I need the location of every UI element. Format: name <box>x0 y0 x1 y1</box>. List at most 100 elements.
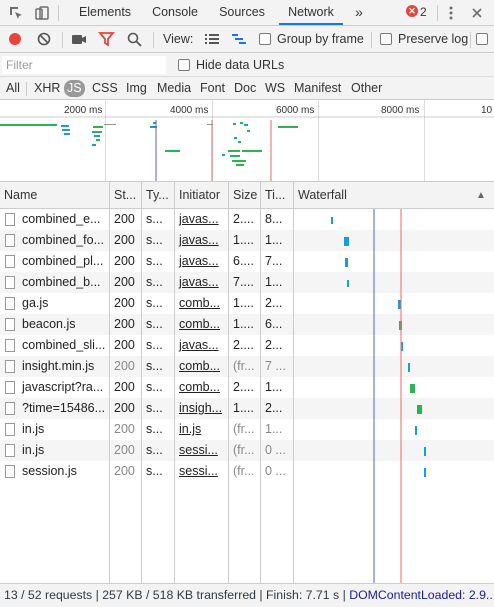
filter-input[interactable] <box>2 56 166 74</box>
script-file-icon <box>5 339 15 352</box>
network-overview[interactable]: 2000 ms 4000 ms 6000 ms 8000 ms 10 <box>0 100 494 182</box>
cell-time: 2... <box>265 401 283 415</box>
type-filter-media[interactable]: Media <box>154 80 194 97</box>
device-toolbar-icon[interactable] <box>32 3 52 23</box>
column-divider <box>293 182 294 583</box>
cell-status: 200 <box>114 254 135 268</box>
tab-network[interactable]: Network <box>279 0 343 25</box>
cell-time: 1... <box>265 422 283 436</box>
cell-size: (fr... <box>233 359 255 373</box>
cell-name: beacon.js <box>22 317 76 331</box>
large-request-rows-icon[interactable] <box>203 31 221 49</box>
hide-data-urls-checkbox[interactable] <box>178 59 190 71</box>
network-toolbar: View: Group by frame Preserve log <box>0 26 494 53</box>
cell-status: 200 <box>114 380 135 394</box>
cell-initiator[interactable]: sessi... <box>175 440 229 461</box>
column-header-size[interactable]: Size <box>229 182 261 209</box>
tab-console[interactable]: Console <box>145 0 205 25</box>
cell-name: in.js <box>22 422 45 436</box>
type-filter-doc[interactable]: Doc <box>231 80 259 97</box>
cell-size: (fr... <box>233 422 255 436</box>
more-tabs-button[interactable]: » <box>350 0 368 25</box>
cell-time: 2... <box>265 296 283 310</box>
cell-name: ga.js <box>22 296 49 310</box>
column-header-waterfall[interactable]: Waterfall <box>294 182 464 209</box>
cell-type: s... <box>146 254 163 268</box>
close-icon[interactable] <box>467 3 487 23</box>
cell-type: s... <box>146 401 163 415</box>
dom-content-loaded-time: DOMContentLoaded: 2.9... <box>349 588 494 602</box>
type-filter-js[interactable]: JS <box>64 80 85 97</box>
type-filter-other[interactable]: Other <box>348 80 385 97</box>
capture-screenshots-icon[interactable] <box>70 31 88 49</box>
separator <box>26 82 27 96</box>
cell-size: 7.... <box>233 275 254 289</box>
column-header-type[interactable]: Ty... <box>142 182 175 209</box>
hide-data-urls-label[interactable]: Hide data URLs <box>196 58 284 72</box>
inspect-element-icon[interactable] <box>6 3 26 23</box>
cell-initiator[interactable]: comb... <box>175 356 229 377</box>
cell-type: s... <box>146 338 163 352</box>
cell-status: 200 <box>114 317 135 331</box>
group-by-frame-label[interactable]: Group by frame <box>277 32 364 46</box>
cell-status: 200 <box>114 422 135 436</box>
preserve-log-label[interactable]: Preserve log <box>398 32 468 46</box>
type-filter-manifest[interactable]: Manifest <box>291 80 344 97</box>
cell-initiator[interactable]: javas... <box>175 230 229 251</box>
cell-initiator[interactable]: insigh... <box>175 398 229 419</box>
kebab-menu-icon[interactable] <box>441 3 461 23</box>
error-icon[interactable]: ✕ <box>406 5 418 17</box>
type-filter-all[interactable]: All <box>3 80 23 97</box>
cell-time: 1... <box>265 233 283 247</box>
separator <box>58 5 59 21</box>
type-filter-css[interactable]: CSS <box>89 80 121 97</box>
filter-icon[interactable] <box>98 31 116 49</box>
column-header-name[interactable]: Name <box>0 182 110 209</box>
script-file-icon <box>5 318 15 331</box>
cell-time: 8... <box>265 212 283 226</box>
preserve-log-checkbox[interactable] <box>380 33 392 45</box>
script-file-icon <box>5 213 15 226</box>
tab-sources[interactable]: Sources <box>212 0 272 25</box>
column-header-time[interactable]: Ti... <box>261 182 294 209</box>
cell-type: s... <box>146 380 163 394</box>
script-file-icon <box>5 444 15 457</box>
show-overview-icon[interactable] <box>230 31 248 49</box>
error-count[interactable]: 2 <box>420 5 427 19</box>
cell-initiator[interactable]: sessi... <box>175 461 229 482</box>
cell-initiator[interactable]: javas... <box>175 335 229 356</box>
type-filter-ws[interactable]: WS <box>262 80 288 97</box>
type-filter-img[interactable]: Img <box>123 80 150 97</box>
column-header-initiator[interactable]: Initiator <box>175 182 229 209</box>
sort-ascending-icon[interactable]: ▲ <box>472 182 492 209</box>
column-header-status[interactable]: St... <box>110 182 142 209</box>
script-file-icon <box>5 255 15 268</box>
disable-cache-checkbox[interactable] <box>476 33 488 45</box>
cell-status: 200 <box>114 212 135 226</box>
type-filter-xhr[interactable]: XHR <box>31 80 63 97</box>
record-button[interactable] <box>6 31 24 49</box>
group-by-frame-checkbox[interactable] <box>259 33 271 45</box>
cell-status: 200 <box>114 464 135 478</box>
cell-initiator[interactable]: javas... <box>175 209 229 230</box>
cell-time: 1... <box>265 275 283 289</box>
cell-initiator[interactable]: comb... <box>175 377 229 398</box>
cell-initiator[interactable]: comb... <box>175 293 229 314</box>
column-divider <box>174 182 175 583</box>
cell-initiator[interactable]: javas... <box>175 272 229 293</box>
clear-button[interactable] <box>35 31 53 49</box>
cell-size: (fr... <box>233 464 255 478</box>
cell-name: combined_pl... <box>22 254 104 268</box>
cell-initiator[interactable]: javas... <box>175 251 229 272</box>
separator <box>153 32 154 48</box>
view-label: View: <box>163 32 194 46</box>
cell-size: 1.... <box>233 317 254 331</box>
separator <box>371 32 372 48</box>
search-icon[interactable] <box>126 31 144 49</box>
cell-status: 200 <box>114 401 135 415</box>
type-filter-font[interactable]: Font <box>197 80 228 97</box>
cell-name: insight.min.js <box>22 359 95 373</box>
cell-initiator[interactable]: comb... <box>175 314 229 335</box>
tab-elements[interactable]: Elements <box>72 0 138 25</box>
cell-initiator[interactable]: in.js <box>175 419 229 440</box>
